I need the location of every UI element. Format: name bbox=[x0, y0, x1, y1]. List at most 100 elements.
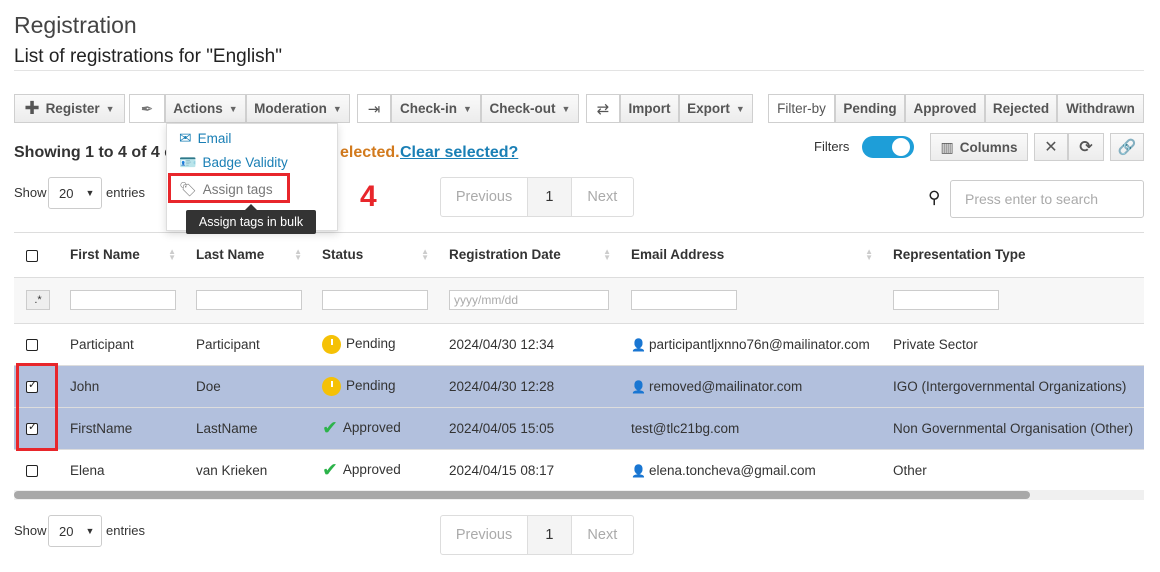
table-row[interactable]: Participant Participant Pending 2024/04/… bbox=[14, 323, 1144, 366]
column-status[interactable]: Status ▲ ▼ bbox=[310, 233, 437, 278]
last-name-link[interactable]: Participant bbox=[184, 323, 310, 366]
envelope-icon: ✉ bbox=[179, 130, 192, 147]
sort-icon: ▲ ▼ bbox=[865, 247, 873, 262]
moderation-button[interactable]: Moderation ▼ bbox=[246, 94, 350, 123]
date-cell: 2024/04/15 08:17 bbox=[437, 449, 619, 492]
caret-down-icon: ▼ bbox=[735, 103, 745, 114]
first-name-link[interactable]: Participant bbox=[58, 323, 184, 366]
caret-down-icon: ▼ bbox=[463, 103, 472, 114]
refresh-button[interactable]: ⟳ bbox=[1068, 133, 1104, 161]
filter-representation-type[interactable] bbox=[893, 290, 999, 310]
email-cell: test@tlc21bg.com bbox=[619, 407, 881, 450]
show-label-bottom: Show bbox=[14, 523, 47, 538]
table-row[interactable]: John Doe Pending 2024/04/30 12:28 👤remov… bbox=[14, 365, 1144, 408]
import-button[interactable]: Import bbox=[620, 94, 679, 123]
column-first-name[interactable]: First Name ▲ ▼ bbox=[58, 233, 184, 278]
filter-by-label: Filter-by bbox=[768, 94, 835, 123]
columns-button[interactable]: ▥ Columns bbox=[930, 133, 1028, 161]
filter-rejected-button[interactable]: Rejected bbox=[985, 94, 1057, 123]
user-icon: 👤 bbox=[631, 337, 646, 352]
next-button[interactable]: Next bbox=[572, 516, 633, 554]
filter-approved-button[interactable]: Approved bbox=[905, 94, 985, 123]
clock-icon bbox=[322, 334, 341, 354]
row-checkbox[interactable] bbox=[26, 338, 38, 351]
first-name-link[interactable]: Elena bbox=[58, 449, 184, 492]
title-divider bbox=[14, 70, 1144, 71]
email-cell: 👤 removed@mailinator.com bbox=[619, 365, 881, 408]
page-title: Registration bbox=[14, 12, 137, 38]
caret-down-icon: ▼ bbox=[228, 103, 238, 114]
first-name-link[interactable]: FirstName bbox=[58, 407, 184, 450]
export-button[interactable]: Export ▼ bbox=[679, 94, 753, 123]
select-all-header bbox=[14, 233, 58, 278]
filters-label: Filters bbox=[814, 139, 850, 154]
filter-first-name[interactable] bbox=[70, 290, 176, 310]
status-cell: Pending bbox=[310, 323, 437, 366]
checkout-button[interactable]: Check-out ▼ bbox=[481, 94, 579, 123]
status-cell: Pending bbox=[310, 365, 437, 408]
quill-button[interactable]: ✒ bbox=[129, 94, 165, 123]
filter-email[interactable] bbox=[631, 290, 737, 310]
next-button[interactable]: Next bbox=[572, 178, 633, 216]
exchange-icon: ⇄ bbox=[596, 100, 610, 118]
horizontal-scrollbar-thumb[interactable] bbox=[14, 491, 1030, 499]
registrations-table: First Name ▲ ▼ Last Name ▲ ▼ Status ▲ ▼ Regist… bbox=[14, 232, 1144, 500]
feather-icon: ✒ bbox=[140, 100, 154, 118]
last-name-link[interactable]: Doe bbox=[184, 365, 310, 408]
checkin-icon-button[interactable]: ⇥ bbox=[357, 94, 391, 123]
plus-icon: ✚ bbox=[24, 98, 40, 118]
filter-status[interactable] bbox=[322, 290, 428, 310]
menu-item-badge-validity[interactable]: 🪪 Badge Validity bbox=[179, 154, 288, 171]
column-registration-date[interactable]: Registration Date ▲ ▼ bbox=[437, 233, 619, 278]
page-1-button[interactable]: 1 bbox=[528, 516, 572, 554]
column-last-name[interactable]: Last Name ▲ ▼ bbox=[184, 233, 310, 278]
column-filter-row: .* bbox=[14, 277, 1144, 324]
caret-down-icon: ▼ bbox=[105, 103, 115, 114]
regex-filter-button[interactable]: .* bbox=[26, 290, 50, 310]
filter-last-name[interactable] bbox=[196, 290, 302, 310]
sort-icon: ▲ ▼ bbox=[421, 247, 429, 262]
row-checkbox[interactable] bbox=[26, 464, 38, 477]
search-icon: ⚲ bbox=[928, 188, 941, 207]
search-input[interactable] bbox=[950, 180, 1144, 218]
select-all-checkbox[interactable] bbox=[26, 249, 38, 262]
last-name-link[interactable]: LastName bbox=[184, 407, 310, 450]
selected-rows-highlight bbox=[16, 363, 58, 451]
sort-icon: ▲ ▼ bbox=[168, 247, 176, 262]
page-1-button[interactable]: 1 bbox=[528, 178, 572, 216]
previous-button[interactable]: Previous bbox=[441, 516, 529, 554]
import-icon-button[interactable]: ⇄ bbox=[586, 94, 620, 123]
menu-item-email[interactable]: ✉ Email bbox=[179, 129, 231, 147]
clear-selected-link[interactable]: Clear selected? bbox=[400, 144, 518, 162]
page-length-select[interactable]: 20 ▼ bbox=[48, 177, 102, 209]
step-number-annotation: 4 bbox=[360, 180, 377, 213]
check-icon: ✔ bbox=[322, 459, 338, 481]
last-name-link[interactable]: van Krieken bbox=[184, 449, 310, 492]
actions-button[interactable]: Actions ▼ bbox=[165, 94, 246, 123]
link-button[interactable]: 🔗 bbox=[1110, 133, 1144, 161]
checkin-button[interactable]: Check-in ▼ bbox=[391, 94, 481, 123]
assign-tags-tooltip: Assign tags in bulk bbox=[186, 210, 316, 234]
clear-filters-button[interactable]: ✕ bbox=[1034, 133, 1068, 161]
type-cell: IGO (Intergovernmental Organizations) bbox=[881, 365, 1144, 408]
first-name-link[interactable]: John bbox=[58, 365, 184, 408]
table-row[interactable]: FirstName LastName ✔Approved 2024/04/05 … bbox=[14, 407, 1144, 450]
pagination-top: Previous 1 Next bbox=[440, 177, 634, 217]
status-cell: ✔ Approved bbox=[310, 449, 437, 492]
assign-tags-highlight bbox=[168, 173, 290, 203]
filter-registration-date[interactable] bbox=[449, 290, 609, 310]
entries-label-bottom: entries bbox=[106, 523, 146, 538]
filter-pending-button[interactable]: Pending bbox=[835, 94, 905, 123]
filter-withdrawn-button[interactable]: Withdrawn bbox=[1057, 94, 1144, 123]
column-representation-type[interactable]: Representation Type▲▼ bbox=[881, 233, 1144, 278]
columns-icon: ▥ bbox=[940, 138, 954, 155]
user-icon: 👤 bbox=[631, 463, 646, 478]
page-length-select-bottom[interactable]: 20 ▼ bbox=[48, 515, 102, 547]
register-button[interactable]: ✚ Register ▼ bbox=[14, 94, 125, 123]
table-row[interactable]: Elena van Krieken ✔ Approved 2024/04/15 0… bbox=[14, 449, 1144, 492]
show-label: Show bbox=[14, 185, 47, 200]
close-icon: ✕ bbox=[1044, 139, 1058, 156]
column-email-address[interactable]: Email Address ▲ ▼ bbox=[619, 233, 881, 278]
chevron-down-icon: ▼ bbox=[85, 526, 95, 536]
previous-button[interactable]: Previous bbox=[441, 178, 529, 216]
